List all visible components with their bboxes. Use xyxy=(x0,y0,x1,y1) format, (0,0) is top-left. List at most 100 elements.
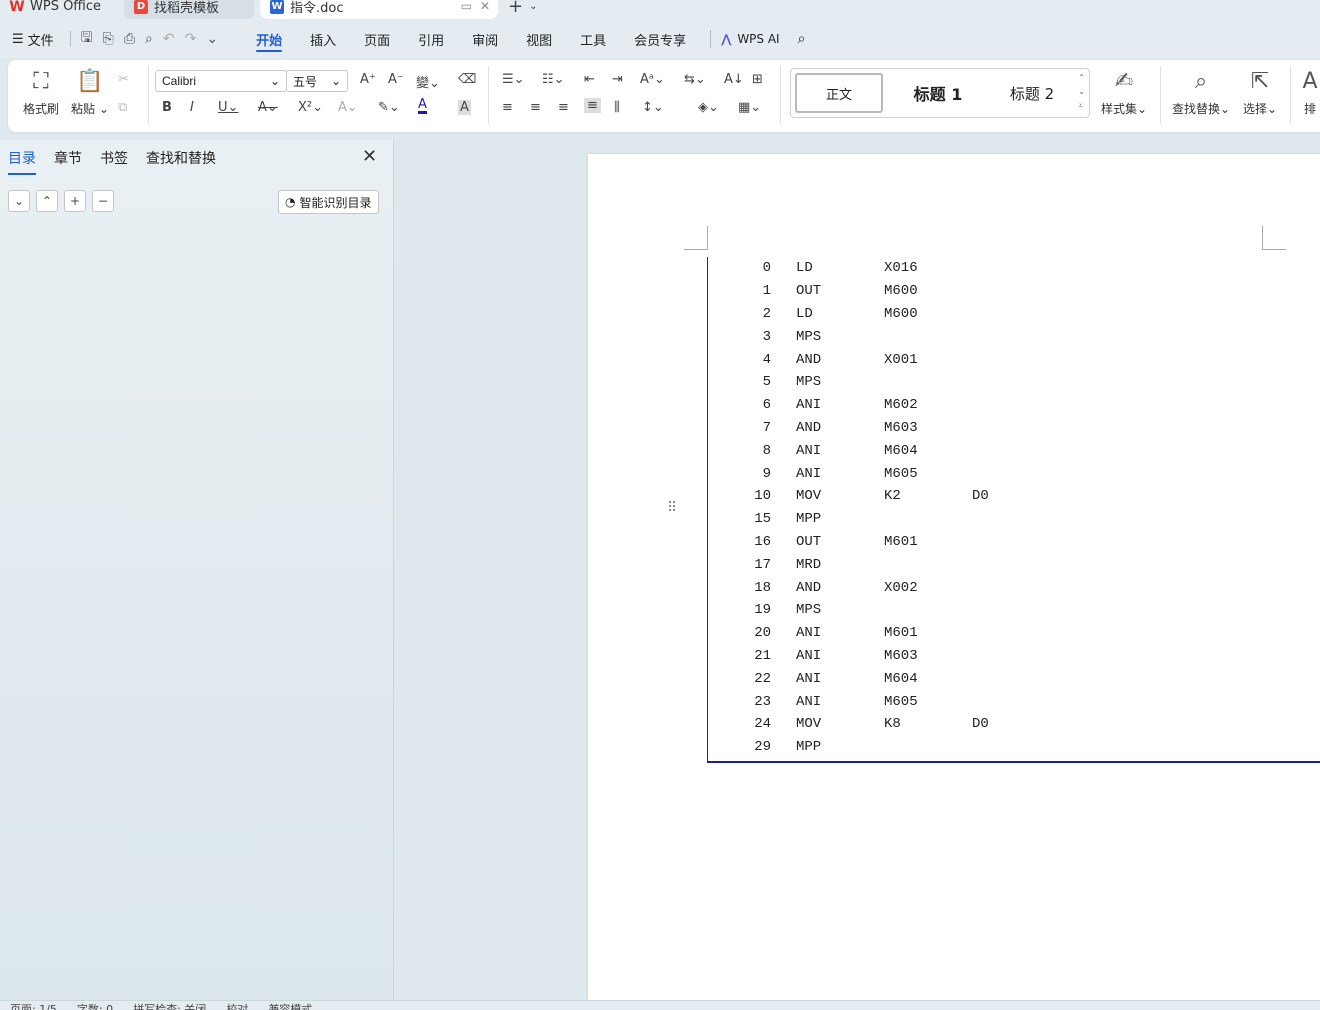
char-shading-icon[interactable]: A xyxy=(458,100,471,115)
cut-icon[interactable]: ✂ xyxy=(118,72,129,87)
italic-icon[interactable]: I xyxy=(190,100,194,115)
show-marks-icon[interactable]: ⊞ xyxy=(752,72,763,87)
instruction-row: 10 MOV K2 D0 xyxy=(708,485,1320,508)
opcode: MPS xyxy=(796,328,822,345)
status-words[interactable]: 字数: 0 xyxy=(77,1001,113,1010)
drag-handle-icon[interactable]: ⠿ xyxy=(667,500,677,516)
align-left-icon[interactable]: ≡ xyxy=(502,100,513,115)
tab-wps-office[interactable]: W WPS Office xyxy=(0,0,116,19)
save-icon[interactable]: 🖫 xyxy=(81,27,93,51)
status-compat[interactable]: 兼容模式 xyxy=(268,1001,312,1010)
file-menu[interactable]: ☰ 文件 xyxy=(12,30,54,49)
align-right-icon[interactable]: ≡ xyxy=(558,100,569,115)
add-icon[interactable]: + xyxy=(64,190,86,212)
expand-icon[interactable]: ⌄ xyxy=(8,190,30,212)
bullet-list-icon[interactable]: ☰⌄ xyxy=(502,72,525,87)
justify-icon[interactable]: ≡ xyxy=(584,98,601,113)
paste-button[interactable]: 📋 粘贴 ⌄ xyxy=(68,70,112,117)
decrease-indent-icon[interactable]: ⇤ xyxy=(584,72,595,87)
export-icon[interactable]: ⎘ xyxy=(103,31,114,47)
font-name-value: Calibri xyxy=(162,74,197,88)
distribute-icon[interactable]: ⫼ xyxy=(614,100,620,115)
tab-tools[interactable]: 工具 xyxy=(566,20,620,58)
style-heading-1[interactable]: 标题 1 xyxy=(893,73,983,113)
operand-2: D0 xyxy=(972,716,989,733)
smart-toc-button[interactable]: ◔ 智能识别目录 xyxy=(278,190,379,214)
style-normal[interactable]: 正文 xyxy=(795,73,883,113)
close-tab-icon[interactable]: ✕ xyxy=(480,0,490,13)
tab-references[interactable]: 引用 xyxy=(404,20,458,58)
style-heading-2[interactable]: 标题 2 xyxy=(987,73,1077,113)
tab-view[interactable]: 视图 xyxy=(512,20,566,58)
style-scroll-icon[interactable]: ⌃ ⌄ ⩡ xyxy=(1078,71,1085,113)
underline-icon[interactable]: U⌄ xyxy=(218,100,238,115)
search-icon[interactable]: ⌕ xyxy=(798,31,806,47)
opcode: AND xyxy=(796,419,822,436)
copy-icon[interactable]: ⧉ xyxy=(118,100,127,115)
font-name-select[interactable]: Calibri ⌄ xyxy=(155,70,287,92)
remove-icon[interactable]: − xyxy=(92,190,114,212)
tab-toc[interactable]: 目录 xyxy=(8,148,36,175)
undo-icon[interactable]: ↶ xyxy=(163,31,175,47)
highlight-icon[interactable]: ✎⌄ xyxy=(378,100,400,115)
select-button[interactable]: ⇱ 选择⌄ xyxy=(1240,70,1280,117)
print-icon[interactable]: ⎙ xyxy=(124,31,135,47)
shading-icon[interactable]: ◈⌄ xyxy=(698,100,719,115)
tab-page[interactable]: 页面 xyxy=(350,20,404,58)
text-effect-icon[interactable]: A⌄ xyxy=(338,100,358,115)
text-direction-icon[interactable]: Aᵃ⌄ xyxy=(640,72,665,87)
status-bar: 页面: 1/5 字数: 0 拼写检查: 关闭 校对 兼容模式 xyxy=(0,1000,1320,1010)
status-page[interactable]: 页面: 1/5 xyxy=(10,1001,57,1010)
paste-label: 粘贴 ⌄ xyxy=(71,102,109,116)
format-painter-button[interactable]: ⛶ 格式刷 xyxy=(16,70,66,117)
sort-icon[interactable]: A↓ xyxy=(724,72,744,87)
bold-icon[interactable]: B xyxy=(162,100,172,115)
more-icon[interactable]: ⌄ xyxy=(206,31,218,47)
collapse-icon[interactable]: ⌃ xyxy=(36,190,58,212)
increase-indent-icon[interactable]: ⇥ xyxy=(612,72,623,87)
chevron-down-icon: ⌄ xyxy=(269,74,280,88)
clear-format-icon[interactable]: ⌫ xyxy=(458,72,476,87)
tab-member[interactable]: 会员专享 xyxy=(620,20,700,58)
operand-1: M603 xyxy=(884,647,918,664)
grow-font-icon[interactable]: A⁺ xyxy=(360,72,376,87)
smart-toc-label: 智能识别目录 xyxy=(299,195,372,210)
layout-button[interactable]: A 排 xyxy=(1300,70,1320,117)
chevron-down-icon[interactable]: ⌄ xyxy=(529,1,537,12)
window-mode-icon[interactable]: ▭ xyxy=(461,0,472,13)
superscript-icon[interactable]: X²⌄ xyxy=(298,100,323,115)
tab-review[interactable]: 审阅 xyxy=(458,20,512,58)
operand-1: M605 xyxy=(884,693,918,710)
find-replace-button[interactable]: ⌕ 查找替换⌄ xyxy=(1168,70,1234,117)
align-center-icon[interactable]: ≡ xyxy=(530,100,541,115)
font-color-icon[interactable]: A xyxy=(418,98,427,114)
document-page[interactable]: 0 LD X016 1 OUT M600 2 LD M600 3 MPS 4 AND X001 5 MPS 6 A… xyxy=(588,154,1320,1010)
shrink-font-icon[interactable]: A⁻ xyxy=(388,72,404,87)
convert-icon[interactable]: ⇆⌄ xyxy=(684,72,706,87)
phonetic-icon[interactable]: 變⌄ xyxy=(416,72,440,91)
print-preview-icon[interactable]: ⌕ xyxy=(145,31,153,47)
status-spell[interactable]: 拼写检查: 关闭 xyxy=(133,1001,206,1010)
tab-home[interactable]: 开始 xyxy=(242,20,296,58)
redo-icon[interactable]: ↷ xyxy=(185,31,197,47)
new-tab-icon[interactable]: + xyxy=(508,0,523,17)
style-set-button[interactable]: ✍ 样式集⌄ xyxy=(1098,70,1150,117)
tab-docer-templates[interactable]: D 找稻壳模板 xyxy=(124,0,254,19)
close-icon[interactable]: ✕ xyxy=(362,146,377,167)
tab-chapters[interactable]: 章节 xyxy=(54,148,82,175)
instruction-list[interactable]: 0 LD X016 1 OUT M600 2 LD M600 3 MPS 4 AND X001 5 MPS 6 A… xyxy=(707,257,1320,763)
line-spacing-icon[interactable]: ↕⌄ xyxy=(642,100,664,115)
font-size-select[interactable]: 五号 ⌄ xyxy=(286,70,348,92)
tab-find-replace[interactable]: 查找和替换 xyxy=(146,148,216,175)
tab-label: WPS Office xyxy=(30,0,102,14)
wps-ai-button[interactable]: ⋀ WPS AI ⌕ xyxy=(721,31,805,47)
border-icon[interactable]: ▦⌄ xyxy=(738,100,761,115)
numbered-list-icon[interactable]: ☷⌄ xyxy=(542,72,565,87)
step-number: 7 xyxy=(762,419,771,436)
operand-1: M600 xyxy=(884,283,918,300)
tab-document[interactable]: W 指令.doc ▭ ✕ xyxy=(260,0,498,19)
strikethrough-icon[interactable]: A⌄ xyxy=(258,100,278,115)
tab-bookmarks[interactable]: 书签 xyxy=(100,148,128,175)
tab-insert[interactable]: 插入 xyxy=(296,20,350,58)
status-proof[interactable]: 校对 xyxy=(226,1001,248,1010)
